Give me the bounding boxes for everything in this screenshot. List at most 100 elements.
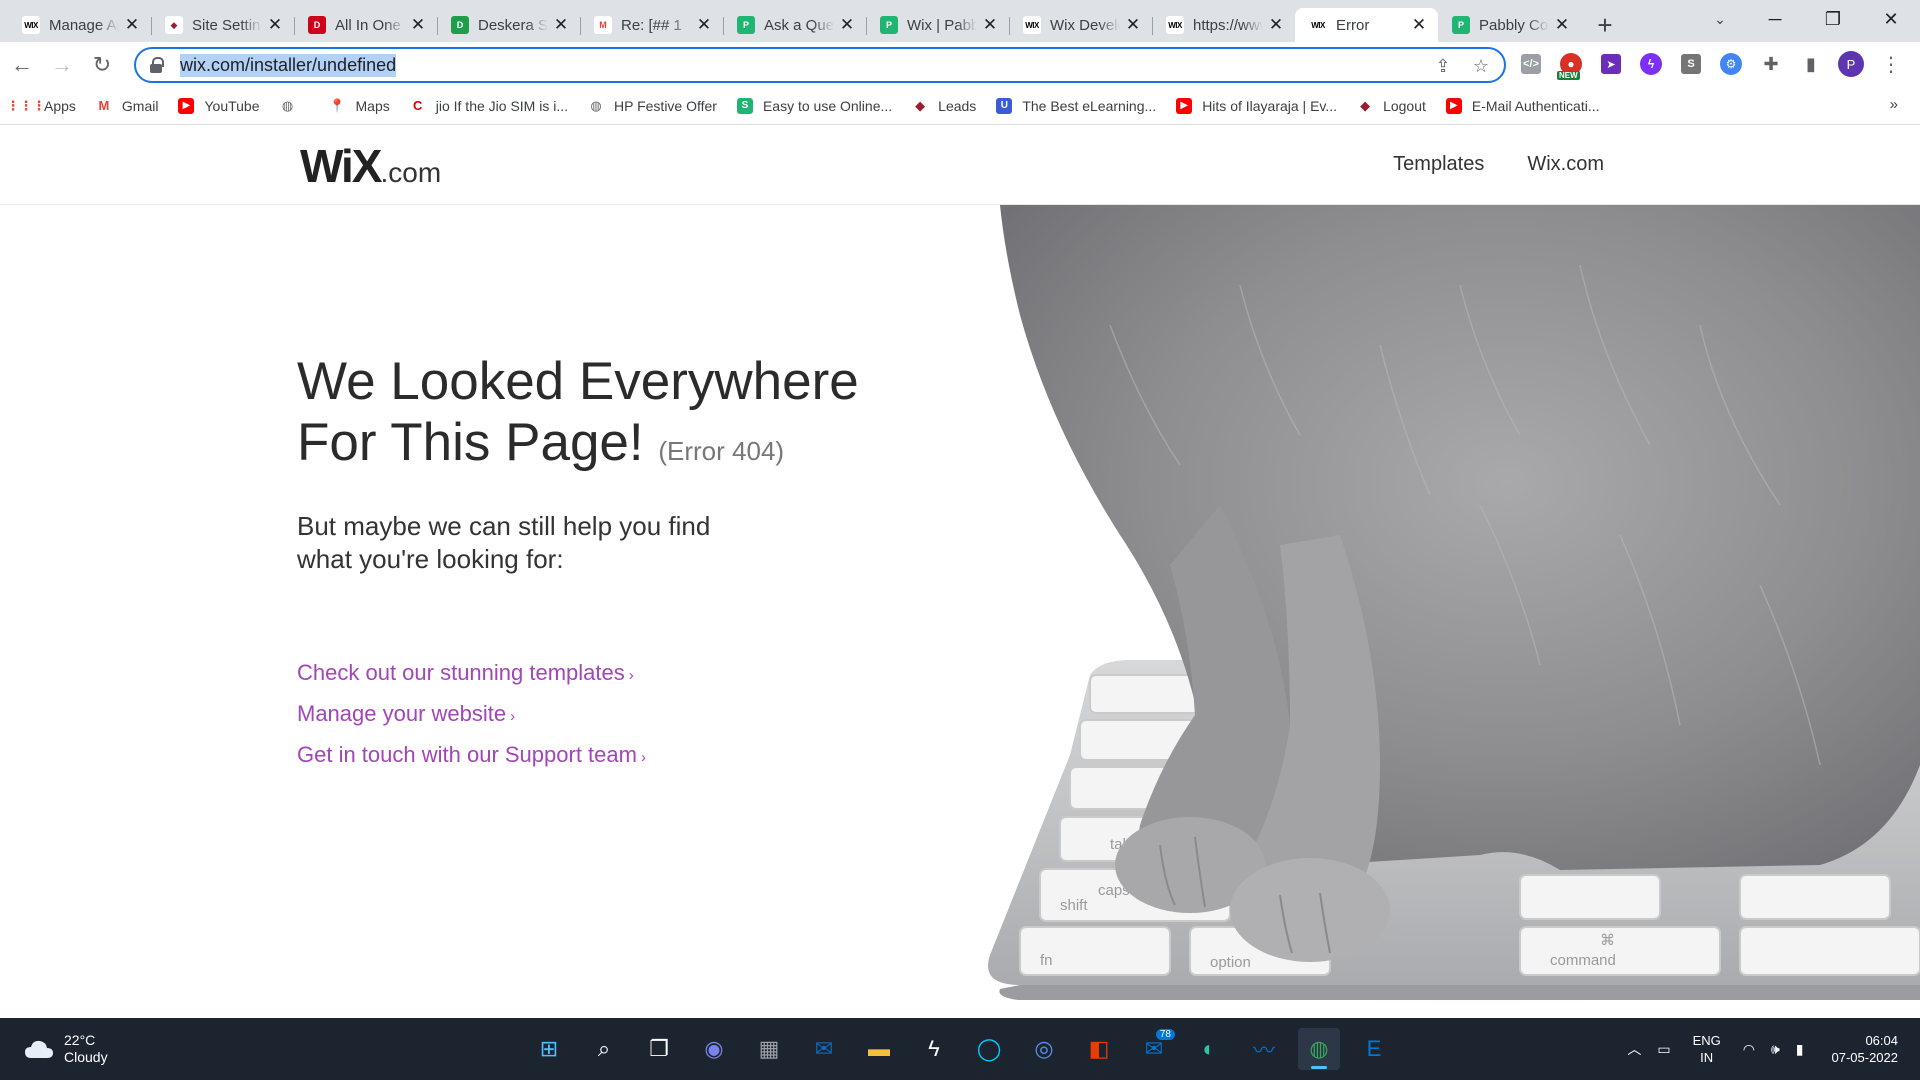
battery-icon[interactable]: ▮ (1796, 1041, 1804, 1058)
restore-button[interactable]: ❐ (1804, 0, 1862, 38)
back-button[interactable]: ← (4, 47, 40, 83)
tab-all-in-one[interactable]: D All In One ✕ (294, 8, 437, 42)
url-text[interactable]: wix.com/installer/undefined (180, 53, 397, 77)
display-icon[interactable]: ▭ (1657, 1041, 1670, 1058)
tray-overflow-icon[interactable]: ︿ (1627, 1039, 1641, 1059)
tab-title: Manage Apps (49, 16, 119, 34)
task-view-icon[interactable]: ❐ (638, 1028, 680, 1070)
bookmark-hp-festive-offer[interactable]: ◍ HP Festive Offer (588, 97, 717, 114)
weather-widget[interactable]: 22°C Cloudy (24, 1032, 108, 1066)
e-app-icon[interactable]: E (1353, 1028, 1395, 1070)
file-explorer-glyph: ▬ (868, 1036, 890, 1061)
tab-ask-a-question[interactable]: P Ask a Question✕ (723, 8, 866, 42)
bookmark-jio-if-the-jio-sim-is-i[interactable]: Cjio If the Jio SIM is i... (409, 97, 568, 114)
tab-close-icon[interactable]: ✕ (552, 15, 570, 34)
tab-close-icon[interactable]: ✕ (123, 15, 141, 34)
bookmark-the-best-elearning[interactable]: U The Best eLearning... (996, 97, 1156, 114)
bookmark-globe[interactable]: ◍ (279, 97, 306, 114)
tab-manage-apps[interactable]: WIX Manage Apps✕ (8, 8, 151, 42)
tab-deskera-sign[interactable]: D Deskera Sign✕ (437, 8, 580, 42)
nav-wix-link[interactable]: Wix.com (1527, 153, 1604, 176)
tab-wix-developers[interactable]: WIX Wix Developers✕ (1009, 8, 1152, 42)
bookmark-apps[interactable]: ⋮⋮⋮ Apps (7, 97, 76, 114)
whiteboard-icon[interactable]: 〰 (1243, 1028, 1285, 1070)
send-extension-icon[interactable]: ➤ (1595, 48, 1627, 80)
script-extension-icon[interactable]: S (1675, 48, 1707, 80)
bolt-extension-icon[interactable]: ϟ (1635, 48, 1667, 80)
bookmark-e-mail-authenticati[interactable]: ▶ E-Mail Authenticati... (1445, 97, 1600, 114)
code-extension-icon[interactable]: </> (1515, 48, 1547, 80)
bookmarks-overflow-icon[interactable]: » (1890, 96, 1898, 113)
templates-link[interactable]: Check out our stunning templates › (297, 654, 859, 695)
search-icon[interactable]: ⌕ (583, 1028, 625, 1070)
outlook-icon[interactable]: ✉ 78 (1133, 1028, 1175, 1070)
alexa-icon[interactable]: ◯ (968, 1028, 1010, 1070)
calculator-icon[interactable]: ▦ (748, 1028, 790, 1070)
office-icon[interactable]: ◧ (1078, 1028, 1120, 1070)
language-indicator[interactable]: ENG IN (1693, 1032, 1721, 1066)
edge-icon[interactable]: ◐ (1188, 1028, 1230, 1070)
share-icon[interactable]: ⇪ (1430, 53, 1456, 79)
wix-logo[interactable]: WiX .com (300, 139, 441, 193)
app-lightning-icon[interactable]: ϟ (913, 1028, 955, 1070)
browser-menu-icon[interactable]: ⋮ (1875, 48, 1907, 80)
tab-wix-pabbly[interactable]: P Wix | Pabbly✕ (866, 8, 1009, 42)
tab-pabbly-connect[interactable]: P Pabbly Connect✕ (1438, 8, 1581, 42)
reload-button[interactable]: ↻ (84, 47, 120, 83)
tab-close-icon[interactable]: ✕ (1410, 15, 1428, 34)
new-tab-button[interactable]: + (1587, 8, 1623, 42)
lock-icon[interactable] (150, 57, 164, 73)
chat-icon[interactable]: ◉ (693, 1028, 735, 1070)
bookmark-hits-of-ilayaraja-ev[interactable]: ▶ Hits of Ilayaraja | Ev... (1176, 97, 1338, 114)
tab-close-icon[interactable]: ✕ (1553, 15, 1571, 34)
profile-button[interactable]: P (1835, 48, 1867, 80)
tab-close-icon[interactable]: ✕ (695, 15, 713, 34)
manage-website-link[interactable]: Manage your website › (297, 695, 859, 736)
web-page: WiX .com Templates Wix.com tab caps shif… (0, 125, 1920, 1018)
forward-button[interactable]: → (44, 47, 80, 83)
nav-templates-link[interactable]: Templates (1393, 153, 1484, 176)
tab-close-icon[interactable]: ✕ (981, 15, 999, 34)
wifi-icon[interactable]: ◠ (1743, 1041, 1755, 1058)
windows-taskbar: 22°C Cloudy ⊞ ⌕ ❐ ◉ ▦ ✉ ▬ ϟ ◯ ◎ ◧ ✉ 78 ◐ 〰 ◍ E ︿ ▭ ENG I… (0, 1018, 1920, 1080)
tab-error[interactable]: WIX Error ✕ (1295, 8, 1438, 42)
bookmark-label: Hits of Ilayaraja | Ev... (1202, 97, 1338, 114)
avatar: P (1838, 51, 1864, 77)
cortana-icon[interactable]: ◎ (1023, 1028, 1065, 1070)
bookmark-logout[interactable]: ◆ Logout (1357, 97, 1426, 114)
support-link[interactable]: Get in touch with our Support team › (297, 736, 859, 777)
gear-extension-icon[interactable]: ⚙ (1715, 48, 1747, 80)
minimize-button[interactable]: ─ (1746, 0, 1804, 38)
bookmark-star-icon[interactable]: ☆ (1468, 53, 1494, 79)
tab-close-icon[interactable]: ✕ (409, 15, 427, 34)
tab-search-icon[interactable]: ⌄ (1705, 4, 1735, 34)
volume-icon[interactable]: 🕪 (1771, 1041, 1780, 1058)
cat-illustration: tab caps shift fn option command ⌘ (988, 205, 1920, 1015)
cloud-icon (25, 1040, 53, 1058)
templates-link-label: Check out our stunning templates (297, 660, 625, 685)
side-panel-icon[interactable]: ▮ (1795, 48, 1827, 80)
start-icon[interactable]: ⊞ (528, 1028, 570, 1070)
tab-close-icon[interactable]: ✕ (1267, 15, 1285, 34)
chevron-right-icon: › (628, 667, 634, 684)
extensions-puzzle-icon[interactable]: ✚ (1755, 48, 1787, 80)
tab-close-icon[interactable]: ✕ (266, 15, 284, 34)
close-window-button[interactable]: ✕ (1862, 0, 1920, 38)
bookmark-easy-to-use-online[interactable]: S Easy to use Online... (736, 97, 892, 114)
new-extension-icon[interactable]: ● NEW (1555, 48, 1587, 80)
tab-re-1[interactable]: M Re: [## 1 ✕ (580, 8, 723, 42)
chrome-icon[interactable]: ◍ (1298, 1028, 1340, 1070)
bookmark-leads[interactable]: ◆ Leads (912, 97, 976, 114)
clock[interactable]: 06:04 07-05-2022 (1832, 1032, 1899, 1066)
bookmark-gmail[interactable]: M Gmail (95, 97, 158, 114)
file-explorer-icon[interactable]: ▬ (858, 1028, 900, 1070)
bookmark-maps[interactable]: 📍 Maps (329, 97, 390, 114)
address-bar[interactable]: wix.com/installer/undefined ⇪ ☆ (134, 47, 1506, 83)
tab-site-settings[interactable]: ◆ Site Settings✕ (151, 8, 294, 42)
tab-close-icon[interactable]: ✕ (838, 15, 856, 34)
bookmark-favicon-icon: U (996, 97, 1013, 114)
bookmark-youtube[interactable]: ▶ YouTube (178, 97, 260, 114)
tab-close-icon[interactable]: ✕ (1124, 15, 1142, 34)
mail-icon[interactable]: ✉ (803, 1028, 845, 1070)
tab-https-www[interactable]: WIX https://www ✕ (1152, 8, 1295, 42)
